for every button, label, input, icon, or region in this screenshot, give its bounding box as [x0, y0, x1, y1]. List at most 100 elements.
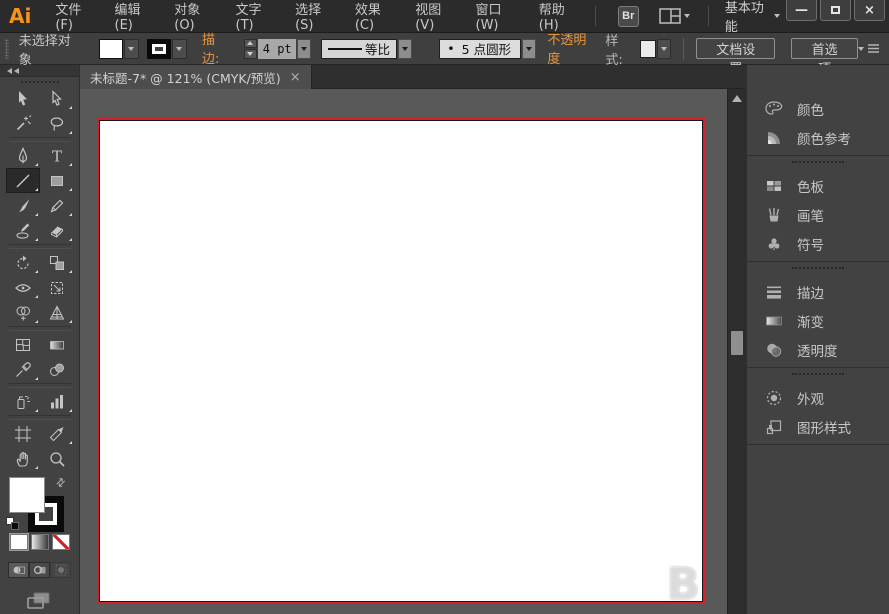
- bridge-button[interactable]: Br: [618, 6, 640, 27]
- style-swatch[interactable]: [640, 40, 656, 58]
- symbol-sprayer-tool[interactable]: [6, 389, 40, 414]
- direct-selection-tool[interactable]: [40, 86, 74, 111]
- stroke-panel-link[interactable]: 描边:: [202, 29, 231, 69]
- stepper-up-icon[interactable]: [244, 39, 257, 49]
- close-button[interactable]: ×: [854, 0, 885, 21]
- dock-item-color-guide[interactable]: 颜色参考: [747, 123, 889, 152]
- collapse-panel-icon[interactable]: [14, 68, 19, 74]
- dock-item-stroke[interactable]: 描边: [747, 277, 889, 306]
- dock-item-color[interactable]: 颜色: [747, 94, 889, 123]
- blend-tool[interactable]: [40, 357, 74, 382]
- opacity-panel-link[interactable]: 不透明度: [547, 29, 596, 69]
- swap-fill-stroke-icon[interactable]: ⇄: [53, 475, 69, 491]
- shape-builder-tool[interactable]: [6, 300, 40, 325]
- dock-item-gradient[interactable]: 渐变: [747, 306, 889, 335]
- control-bar-grip[interactable]: [5, 39, 9, 59]
- dock-item-transparency[interactable]: 透明度: [747, 335, 889, 364]
- menu-item-window[interactable]: 窗口(W): [463, 0, 526, 33]
- chevron-down-icon: [774, 14, 780, 18]
- pencil-tool[interactable]: [40, 193, 74, 218]
- dock-item-label: 色板: [797, 176, 824, 196]
- pen-tool[interactable]: [6, 143, 40, 168]
- dock-item-symbols[interactable]: ♣符号: [747, 229, 889, 258]
- fill-color-dropdown[interactable]: [124, 39, 139, 59]
- fill-swatch[interactable]: [9, 477, 45, 513]
- maximize-button[interactable]: [820, 0, 851, 21]
- menu-item-view[interactable]: 视图(V): [402, 0, 462, 33]
- dock-item-graphic-styles[interactable]: 图形样式: [747, 412, 889, 441]
- tools-panel-header: [0, 65, 79, 77]
- fill-color-swatch[interactable]: [99, 39, 123, 59]
- scroll-up-arrow-icon[interactable]: [732, 95, 742, 102]
- menu-item-effect[interactable]: 效果(C): [342, 0, 402, 33]
- preferences-button[interactable]: 首选项: [791, 38, 858, 59]
- selection-tool[interactable]: [6, 86, 40, 111]
- dock-item-brushes[interactable]: 画笔: [747, 200, 889, 229]
- gradient-tool[interactable]: [40, 332, 74, 357]
- color-button[interactable]: [10, 534, 28, 550]
- blob-brush-tool[interactable]: [6, 218, 40, 243]
- width-profile-select[interactable]: 等比: [321, 39, 397, 59]
- draw-normal-button[interactable]: [8, 562, 29, 578]
- eyedropper-tool[interactable]: [6, 357, 40, 382]
- draw-inside-button[interactable]: [50, 562, 71, 578]
- default-fill-stroke-icon[interactable]: [6, 517, 20, 531]
- style-dropdown[interactable]: [657, 39, 671, 59]
- mesh-tool[interactable]: [6, 332, 40, 357]
- artboard-tool[interactable]: [6, 421, 40, 446]
- type-tool[interactable]: T: [40, 143, 74, 168]
- line-segment-tool[interactable]: [6, 168, 40, 193]
- control-panel-menu-icon[interactable]: [858, 43, 880, 54]
- screen-mode-icon: [26, 591, 52, 610]
- draw-normal-icon: [12, 564, 26, 576]
- rotate-tool[interactable]: [6, 250, 40, 275]
- gradient-icon: [764, 311, 784, 331]
- dock-item-label: 渐变: [797, 311, 824, 331]
- zoom-tool[interactable]: [40, 446, 74, 471]
- minimize-button[interactable]: —: [786, 0, 817, 21]
- stroke-color-swatch[interactable]: [147, 39, 171, 59]
- canvas-scrollbar[interactable]: [727, 89, 745, 614]
- menu-item-file[interactable]: 文件(F): [42, 0, 101, 33]
- dock-item-swatches[interactable]: 色板: [747, 171, 889, 200]
- menu-item-select[interactable]: 选择(S): [282, 0, 342, 33]
- brush-definition-dropdown[interactable]: [522, 39, 536, 59]
- screen-mode-button[interactable]: [0, 591, 79, 614]
- width-profile-dropdown[interactable]: [398, 39, 412, 59]
- stroke-weight-stepper[interactable]: [244, 39, 257, 59]
- stroke-weight-dropdown[interactable]: [297, 39, 311, 59]
- collapse-panel-icon[interactable]: [7, 68, 12, 74]
- magic-wand-tool[interactable]: [6, 111, 40, 136]
- lasso-tool[interactable]: [40, 111, 74, 136]
- none-button[interactable]: [52, 534, 70, 550]
- menu-item-edit[interactable]: 编辑(E): [102, 0, 162, 33]
- scale-tool[interactable]: [40, 250, 74, 275]
- arrange-documents-button[interactable]: [659, 8, 690, 24]
- document-setup-button[interactable]: 文档设置: [696, 38, 775, 59]
- stepper-down-icon[interactable]: [244, 49, 257, 59]
- tab-close-icon[interactable]: ×: [290, 71, 301, 84]
- graphic-styles-icon: [764, 417, 784, 437]
- perspective-grid-tool[interactable]: [40, 300, 74, 325]
- menu-item-type[interactable]: 文字(T): [223, 0, 283, 33]
- dock-item-appearance[interactable]: 外观: [747, 383, 889, 412]
- brush-definition-select[interactable]: • 5 点圆形: [439, 39, 521, 59]
- free-transform-tool[interactable]: [40, 275, 74, 300]
- hand-tool[interactable]: [6, 446, 40, 471]
- canvas[interactable]: B: [80, 89, 727, 614]
- rectangle-tool[interactable]: [40, 168, 74, 193]
- width-tool[interactable]: [6, 275, 40, 300]
- document-tab[interactable]: 未标题-7* @ 121% (CMYK/预览) ×: [80, 65, 312, 89]
- stroke-weight-field[interactable]: 4 pt: [258, 39, 296, 59]
- column-graph-tool[interactable]: [40, 389, 74, 414]
- scroll-thumb[interactable]: [731, 331, 743, 355]
- draw-behind-button[interactable]: [29, 562, 50, 578]
- gradient-button[interactable]: [31, 534, 49, 550]
- dock-group: 颜色颜色参考: [747, 91, 889, 155]
- paintbrush-tool[interactable]: [6, 193, 40, 218]
- stroke-color-dropdown[interactable]: [172, 39, 187, 59]
- eraser-tool[interactable]: [40, 218, 74, 243]
- slice-tool[interactable]: [40, 421, 74, 446]
- workspace-switcher[interactable]: 基本功能: [725, 0, 780, 35]
- tools-panel-grip[interactable]: [0, 77, 79, 86]
